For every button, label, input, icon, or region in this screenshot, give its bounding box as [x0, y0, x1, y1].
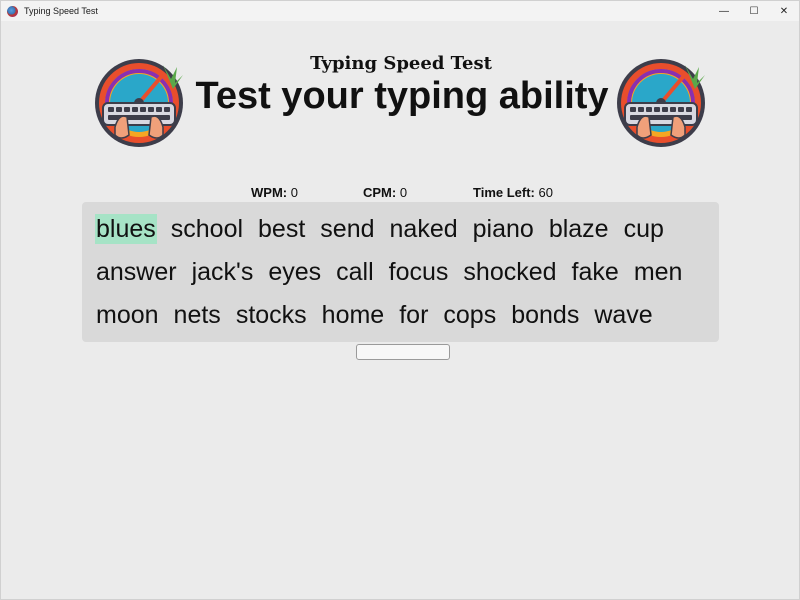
word: home: [321, 301, 385, 329]
wpm-label: WPM:: [251, 185, 288, 200]
word: cup: [623, 215, 664, 243]
cpm-stat: CPM: 0: [363, 185, 407, 200]
word: call: [336, 258, 374, 286]
word: cops: [443, 301, 497, 329]
app-window: Typing Speed Test — ☐ ✕ Typing Speed Tes…: [0, 0, 800, 600]
word: eyes: [268, 258, 322, 286]
cpm-value: 0: [399, 185, 408, 200]
word: best: [258, 215, 306, 243]
time-left-label: Time Left:: [473, 185, 535, 200]
current-word: blues: [95, 214, 157, 244]
word: piano: [472, 215, 534, 243]
word: shocked: [463, 258, 557, 286]
word: fake: [571, 258, 619, 286]
window-title: Typing Speed Test: [24, 6, 98, 16]
close-button[interactable]: ✕: [769, 1, 799, 21]
word: naked: [389, 215, 458, 243]
time-left-value: 60: [538, 185, 553, 200]
page-heading: Test your typing ability: [195, 75, 609, 117]
word: answer: [96, 258, 177, 286]
wpm-stat: WPM: 0: [251, 185, 298, 200]
word: nets: [173, 301, 221, 329]
word: for: [399, 301, 429, 329]
cpm-label: CPM:: [363, 185, 397, 200]
word: wave: [594, 301, 653, 329]
word: send: [320, 215, 375, 243]
word: bonds: [511, 301, 580, 329]
title-bar: Typing Speed Test — ☐ ✕: [1, 1, 799, 21]
word: stocks: [235, 301, 307, 329]
time-left-stat: Time Left: 60: [473, 185, 553, 200]
word: men: [633, 258, 683, 286]
app-title: Typing Speed Test: [310, 53, 492, 74]
word-line: answer jack's eyes call focus shocked fa…: [95, 257, 696, 287]
word: focus: [388, 258, 449, 286]
word-line: blues school best send naked piano blaze…: [95, 214, 678, 244]
app-logo-icon: [7, 5, 18, 17]
word: jack's: [191, 258, 254, 286]
word: blaze: [548, 215, 609, 243]
words-display: blues school best send naked piano blaze…: [82, 202, 719, 342]
word: school: [170, 215, 244, 243]
minimize-button[interactable]: —: [709, 1, 739, 21]
word: moon: [96, 301, 159, 329]
word-line: moon nets stocks home for cops bonds wav…: [95, 300, 667, 330]
window-controls: — ☐ ✕: [709, 1, 799, 21]
typing-input[interactable]: [356, 344, 450, 360]
maximize-button[interactable]: ☐: [739, 1, 769, 21]
wpm-value: 0: [290, 185, 298, 200]
